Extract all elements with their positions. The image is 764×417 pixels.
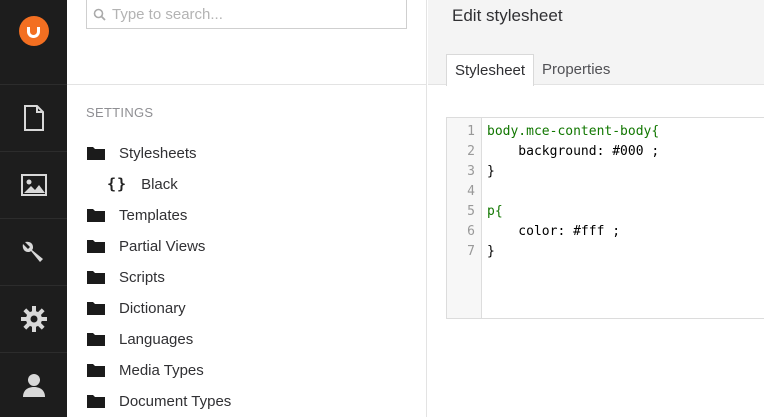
tree-divider — [67, 84, 427, 85]
app-sections-bar — [0, 0, 67, 417]
folder-icon — [87, 364, 105, 377]
line-number: 2 — [467, 144, 475, 159]
tree-item-label: Document Types — [119, 392, 232, 410]
section-media[interactable] — [0, 151, 67, 218]
tree-item-black[interactable]: {} Black — [107, 173, 178, 195]
tree-item-label: Stylesheets — [119, 144, 197, 162]
braces-icon: {} — [107, 175, 128, 193]
tab-properties[interactable]: Properties — [534, 54, 618, 85]
tree-item-media-types[interactable]: Media Types — [87, 359, 204, 381]
umbraco-logo-icon[interactable] — [18, 16, 49, 46]
folder-icon — [87, 271, 105, 284]
tree-item-label: Scripts — [119, 268, 165, 286]
folder-icon — [87, 395, 105, 408]
editor-header: Edit stylesheet Stylesheet Properties — [428, 0, 764, 86]
line-number: 7 — [467, 244, 475, 259]
tree-item-dictionary[interactable]: Dictionary — [87, 297, 186, 319]
folder-icon — [87, 147, 105, 160]
line-number: 4 — [467, 184, 475, 199]
section-users[interactable] — [0, 352, 67, 417]
folder-icon — [87, 209, 105, 222]
user-icon — [22, 374, 45, 397]
tree-item-label: Media Types — [119, 361, 204, 379]
tree-item-scripts[interactable]: Scripts — [87, 266, 165, 288]
tree-item-label: Partial Views — [119, 237, 206, 255]
line-number: 3 — [467, 164, 475, 179]
section-developer[interactable] — [0, 285, 67, 352]
search-box[interactable] — [86, 0, 407, 29]
section-settings[interactable] — [0, 218, 67, 285]
page-title: Edit stylesheet — [452, 6, 563, 25]
folder-icon — [87, 302, 105, 315]
tree-section-title: SETTINGS — [86, 105, 154, 120]
tree-item-label: Black — [141, 175, 178, 193]
search-input[interactable] — [112, 5, 392, 23]
wrench-icon — [22, 241, 43, 262]
folder-icon — [87, 333, 105, 346]
tree-item-label: Templates — [119, 206, 188, 224]
code-line[interactable]: background: #000 ; — [487, 142, 659, 162]
code-editor[interactable]: 1 2 3 4 5 6 7 body.mce-content-body{ bac… — [446, 117, 764, 319]
section-content[interactable] — [0, 84, 67, 151]
tree-item-languages[interactable]: Languages — [87, 328, 193, 350]
line-number: 1 — [467, 124, 475, 139]
tree-item-partial-views[interactable]: Partial Views — [87, 235, 205, 257]
tree-item-document-types[interactable]: Document Types — [87, 390, 231, 412]
code-line[interactable]: color: #fff ; — [487, 222, 620, 242]
tree-item-templates[interactable]: Templates — [87, 204, 187, 226]
umbraco-logo-area[interactable] — [0, 0, 67, 62]
image-icon — [20, 174, 47, 196]
document-icon — [23, 105, 44, 131]
tree-item-stylesheets[interactable]: Stylesheets — [87, 142, 197, 164]
editor-panel: Edit stylesheet Stylesheet Properties 1 … — [428, 0, 764, 417]
gear-icon — [20, 306, 47, 332]
code-line[interactable]: body.mce-content-body{ — [487, 122, 659, 142]
code-line[interactable]: } — [487, 242, 495, 262]
search-icon — [91, 6, 107, 22]
line-number: 6 — [467, 224, 475, 239]
settings-tree-panel: SETTINGS Stylesheets {} Black Templates … — [67, 0, 427, 417]
folder-icon — [87, 240, 105, 253]
line-number: 5 — [467, 204, 475, 219]
tree-item-label: Languages — [119, 330, 194, 348]
code-line[interactable]: } — [487, 162, 495, 182]
tab-stylesheet[interactable]: Stylesheet — [446, 54, 535, 86]
code-line[interactable]: p{ — [487, 202, 503, 222]
tree-item-label: Dictionary — [119, 299, 186, 317]
